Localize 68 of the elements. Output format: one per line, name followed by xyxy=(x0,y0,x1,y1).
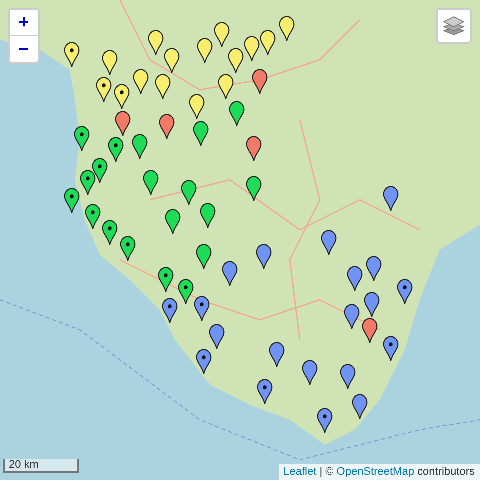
map-marker-icon[interactable] xyxy=(383,336,399,362)
map-marker-icon[interactable] xyxy=(162,298,178,324)
map-marker-icon[interactable] xyxy=(352,394,368,420)
map-marker-icon[interactable] xyxy=(158,267,174,293)
map-marker-icon[interactable] xyxy=(164,48,180,74)
layers-button[interactable] xyxy=(436,8,472,44)
map-marker-icon[interactable] xyxy=(197,38,213,64)
map-marker-icon[interactable] xyxy=(120,236,136,262)
map-marker-icon[interactable] xyxy=(366,256,382,282)
map-marker-icon[interactable] xyxy=(362,318,378,344)
map-marker-icon[interactable] xyxy=(102,220,118,246)
map-marker-icon[interactable] xyxy=(115,111,131,137)
map-marker-icon[interactable] xyxy=(196,244,212,270)
map-marker-icon[interactable] xyxy=(132,134,148,160)
map-marker-icon[interactable] xyxy=(64,188,80,214)
map-marker-icon[interactable] xyxy=(214,22,230,48)
map-marker-icon[interactable] xyxy=(155,74,171,100)
map-marker-icon[interactable] xyxy=(244,36,260,62)
map-marker-icon[interactable] xyxy=(85,204,101,230)
map-marker-icon[interactable] xyxy=(229,101,245,127)
map-marker-icon[interactable] xyxy=(143,170,159,196)
map-marker-icon[interactable] xyxy=(279,16,295,42)
map-marker-icon[interactable] xyxy=(64,42,80,68)
map-marker-icon[interactable] xyxy=(321,230,337,256)
map-marker-icon[interactable] xyxy=(196,349,212,375)
scale-bar: 20 km xyxy=(3,459,79,473)
layers-icon xyxy=(442,15,466,37)
map-marker-icon[interactable] xyxy=(209,324,225,350)
openstreetmap-link[interactable]: OpenStreetMap xyxy=(336,466,414,478)
map-marker-icon[interactable] xyxy=(257,379,273,405)
map-marker-icon[interactable] xyxy=(193,121,209,147)
map-marker-icon[interactable] xyxy=(133,69,149,95)
map-marker-icon[interactable] xyxy=(178,279,194,305)
map-marker-icon[interactable] xyxy=(165,209,181,235)
map-marker-icon[interactable] xyxy=(256,244,272,270)
map-marker-icon[interactable] xyxy=(246,136,262,162)
map-marker-icon[interactable] xyxy=(269,342,285,368)
map-marker-icon[interactable] xyxy=(347,266,363,292)
map-marker-icon[interactable] xyxy=(246,176,262,202)
map-marker-icon[interactable] xyxy=(114,84,130,110)
map-marker-icon[interactable] xyxy=(148,30,164,56)
map-marker-icon[interactable] xyxy=(181,180,197,206)
map-marker-icon[interactable] xyxy=(189,94,205,120)
map-marker-icon[interactable] xyxy=(194,296,210,322)
leaflet-link[interactable]: Leaflet xyxy=(284,466,317,478)
map-marker-icon[interactable] xyxy=(159,114,175,140)
attribution-text: Leaflet | © OpenStreetMap contributors xyxy=(278,464,480,480)
map-marker-icon[interactable] xyxy=(102,50,118,76)
map-marker-icon[interactable] xyxy=(344,304,360,330)
map-marker-icon[interactable] xyxy=(228,48,244,74)
map-marker-icon[interactable] xyxy=(260,30,276,56)
map-marker-icon[interactable] xyxy=(222,261,238,287)
zoom-in-button[interactable]: + xyxy=(10,10,38,36)
map-marker-icon[interactable] xyxy=(317,408,333,434)
map-marker-icon[interactable] xyxy=(200,203,216,229)
map-marker-icon[interactable] xyxy=(92,158,108,184)
map-marker-icon[interactable] xyxy=(218,74,234,100)
map-marker-icon[interactable] xyxy=(397,279,413,305)
map-marker-icon[interactable] xyxy=(74,126,90,152)
map-marker-icon[interactable] xyxy=(302,360,318,386)
map-marker-icon[interactable] xyxy=(96,77,112,103)
map-marker-icon[interactable] xyxy=(108,137,124,163)
zoom-out-button[interactable]: − xyxy=(10,36,38,62)
map-marker-icon[interactable] xyxy=(383,186,399,212)
map-marker-icon[interactable] xyxy=(340,364,356,390)
map-marker-icon[interactable] xyxy=(364,292,380,318)
map-marker-icon[interactable] xyxy=(80,170,96,196)
map-marker-icon[interactable] xyxy=(252,69,268,95)
